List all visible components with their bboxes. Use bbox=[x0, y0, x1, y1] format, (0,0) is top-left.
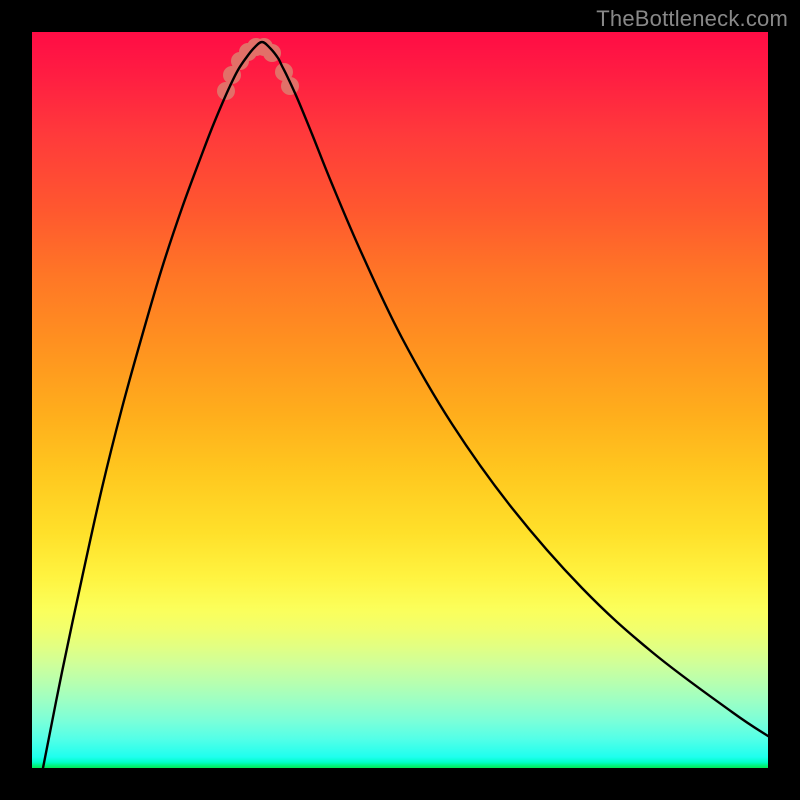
markers-group bbox=[217, 38, 299, 100]
chart-svg bbox=[32, 32, 768, 768]
bottleneck-curve-path bbox=[43, 42, 768, 768]
watermark-text: TheBottleneck.com bbox=[596, 6, 788, 32]
chart-frame: TheBottleneck.com bbox=[0, 0, 800, 800]
